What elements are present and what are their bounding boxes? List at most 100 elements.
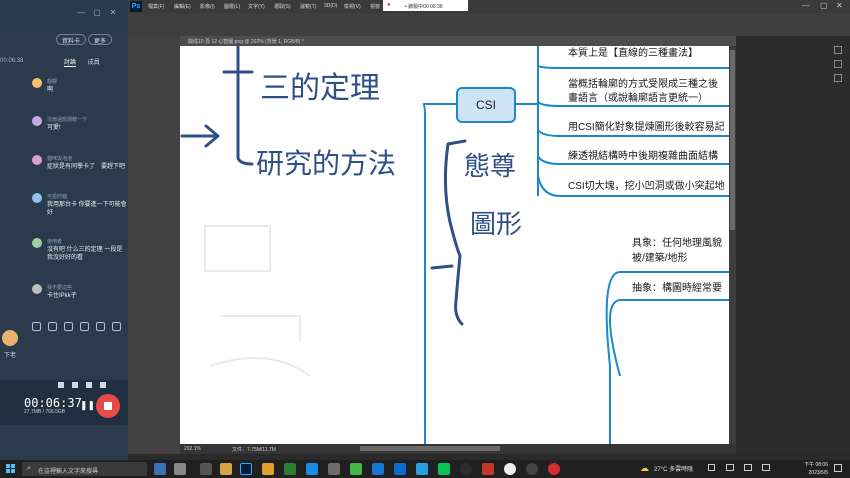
recording-indicator[interactable]: ● • 錄製中00:06:38 — [383, 0, 468, 11]
chat-toolbar — [32, 322, 128, 334]
gear-icon[interactable] — [32, 322, 41, 331]
windows-taskbar: ⌕ 在這裡輸入文字來搜尋 ☁ 27°C 多雲時陰 下午 08:06 2023/5… — [0, 460, 850, 478]
scissors-icon[interactable] — [64, 322, 73, 331]
taskbar-search-input[interactable]: ⌕ 在這裡輸入文字來搜尋 — [22, 462, 147, 476]
screen-icon[interactable] — [112, 322, 121, 331]
camera-icon[interactable] — [72, 382, 78, 388]
speaker-icon[interactable] — [744, 464, 752, 471]
app-icon[interactable] — [460, 463, 472, 475]
avatar — [32, 193, 42, 203]
app-icon[interactable] — [526, 463, 538, 475]
menu-select[interactable]: 選取(S) — [274, 3, 291, 10]
tab-discussion[interactable]: 討論 — [64, 60, 77, 67]
chat-username: 使用者 — [47, 239, 63, 245]
avatar — [32, 155, 42, 165]
restore-icon[interactable]: ▢ — [820, 1, 828, 10]
app-icon[interactable] — [200, 463, 212, 475]
vertical-scrollbar[interactable] — [729, 46, 736, 444]
menu-type[interactable]: 文字(Y) — [248, 3, 265, 10]
ime-icon[interactable] — [762, 464, 770, 471]
pause-icon[interactable]: ❚❚ — [80, 400, 95, 411]
branch-text: 當概括輪廓的方式受限成三種之後 — [568, 79, 718, 90]
folder-icon[interactable] — [58, 382, 64, 388]
file-explorer-icon[interactable] — [220, 463, 232, 475]
menu-view[interactable]: 檢視(V) — [344, 3, 361, 10]
zoom-level[interactable]: 202.1% — [184, 446, 201, 452]
clock-date: 2023/5/5 — [808, 470, 828, 476]
avatar — [32, 78, 42, 88]
more-button[interactable]: 更多 — [88, 34, 113, 45]
chat-tabs: 討論 成員 — [64, 57, 110, 67]
tray-chevron-icon[interactable] — [708, 464, 715, 471]
csi-node-label: CSI — [475, 98, 496, 112]
app-icon[interactable] — [394, 463, 406, 475]
host-label: 下老 — [4, 353, 17, 359]
help-icon[interactable] — [86, 382, 92, 388]
app-icon[interactable] — [482, 463, 494, 475]
close-icon[interactable]: ✕ — [108, 8, 118, 18]
weather-icon[interactable]: ☁ — [640, 463, 649, 474]
restore-icon[interactable]: ▢ — [92, 8, 102, 18]
image-icon[interactable] — [80, 322, 89, 331]
chat-text: 啊 — [47, 87, 54, 93]
app-icon[interactable] — [504, 463, 516, 475]
host-avatar[interactable] — [2, 330, 18, 346]
panel-icon[interactable] — [834, 60, 842, 68]
menu-edit[interactable]: 編輯(E) — [174, 3, 191, 10]
avatar — [32, 238, 42, 248]
scrollbar-thumb[interactable] — [730, 50, 735, 230]
clock-time: 下午 08:06 — [804, 462, 828, 468]
chat-text: 沒有吧 什么三的定理 一段是我沒好好的看 — [47, 247, 123, 261]
close-icon[interactable]: ✕ — [836, 1, 843, 10]
chat-username: 可愛的貓 — [47, 194, 68, 200]
weather-text[interactable]: 27°C 多雲時陰 — [654, 464, 693, 473]
folder-icon[interactable] — [96, 322, 105, 331]
line-icon[interactable] — [438, 463, 450, 475]
menu-image[interactable]: 影像(I) — [200, 3, 215, 10]
chat-text: 症狀是有同學卡了 要趕下吧 — [47, 164, 126, 170]
wechat-icon[interactable] — [350, 463, 362, 475]
menu-filter[interactable]: 濾鏡(T) — [300, 3, 316, 10]
app-icon[interactable] — [372, 463, 384, 475]
live-stream-panel: — ▢ ✕ 資料卡 更多 00:06:38 討論 成員 靜靜 啊 沈雨涵想請教一… — [0, 0, 128, 460]
menu-3d[interactable]: 3D(D) — [324, 3, 337, 9]
branch-text: CSI切大塊，挖小凹洞或做小突起地 — [568, 181, 725, 192]
tab-members[interactable]: 成員 — [88, 60, 100, 66]
photoshop-taskbar-icon[interactable] — [240, 463, 252, 475]
app-icon[interactable] — [416, 463, 428, 475]
branch-text: 被/建築/地形 — [632, 253, 688, 264]
handwriting-graphic: 圖形 — [470, 210, 523, 240]
menu-window[interactable]: 視窗 — [370, 3, 380, 10]
task-view-icon[interactable] — [174, 463, 186, 475]
handwriting-attitude: 態尊 — [464, 152, 517, 182]
profile-card-button[interactable]: 資料卡 — [56, 34, 87, 45]
edge-icon[interactable] — [306, 463, 318, 475]
search-placeholder: 在這裡輸入文字來搜尋 — [38, 469, 99, 475]
minimize-icon[interactable]: — — [76, 8, 86, 18]
document-tab[interactable]: 開成10 頁 12 心智圖.png @ 202% (背景 1, RGB/8) * — [180, 36, 736, 46]
notification-icon[interactable] — [834, 464, 842, 472]
minimize-icon[interactable] — [100, 382, 106, 388]
faint-sketch — [204, 225, 311, 377]
record-app-icon[interactable] — [548, 463, 560, 475]
panel-icon[interactable] — [834, 46, 842, 54]
windows-start-icon[interactable] — [6, 464, 16, 474]
minimize-icon[interactable]: — — [802, 1, 810, 10]
emoji-icon[interactable] — [48, 322, 57, 331]
app-icon[interactable] — [284, 463, 296, 475]
taskbar-clock[interactable]: 下午 08:06 2023/5/5 — [790, 461, 828, 477]
horizontal-scrollbar[interactable] — [360, 446, 500, 451]
record-size: 27.7MB / 766.5GB — [24, 409, 66, 415]
app-icon[interactable] — [328, 463, 340, 475]
stop-record-button[interactable] — [96, 394, 120, 418]
branch-text: 練透視結構時中後期複雜曲面結構 — [568, 151, 718, 162]
menu-file[interactable]: 檔案(F) — [148, 3, 164, 10]
handwriting-research-method: 研究的方法 — [256, 147, 397, 180]
chrome-icon[interactable] — [262, 463, 274, 475]
app-icon[interactable] — [154, 463, 166, 475]
document-canvas[interactable]: 三的定理 研究的方法 態尊 圖形 CSI 本質上是【直線的三種畫法】 當概括輪廓… — [180, 46, 729, 444]
branch-text: 具象：任何地理風貌 — [632, 238, 722, 249]
panel-icon[interactable] — [834, 74, 842, 82]
menu-layer[interactable]: 圖層(L) — [224, 3, 240, 10]
network-icon[interactable] — [726, 464, 734, 471]
